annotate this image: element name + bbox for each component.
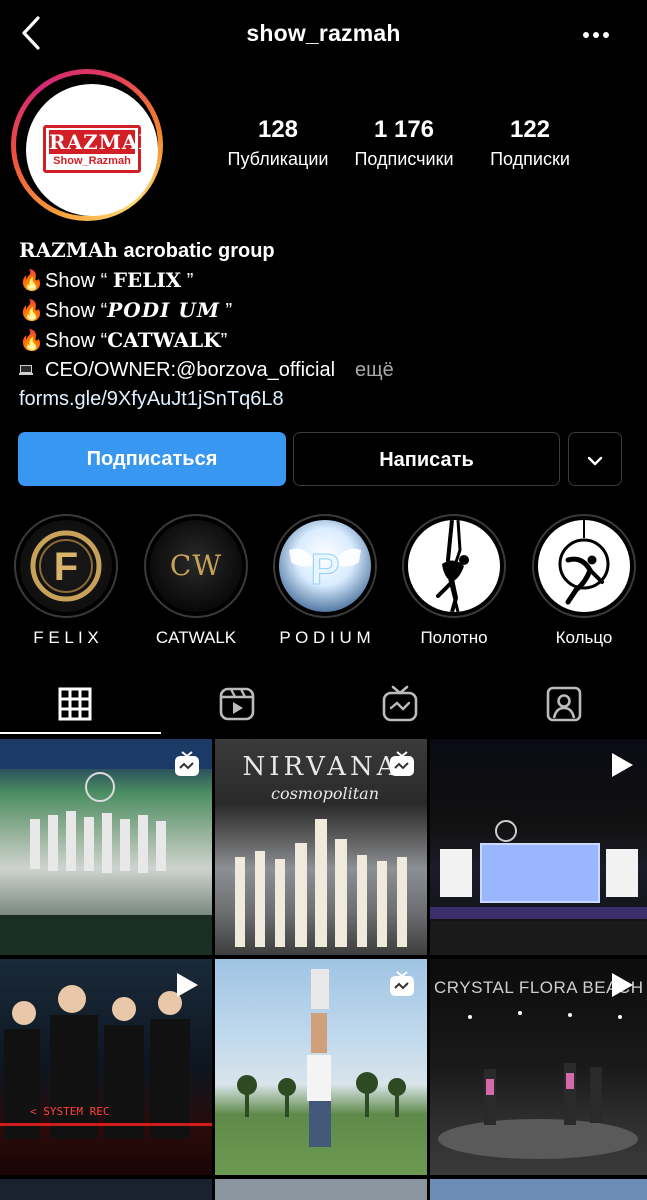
tab-tagged[interactable] xyxy=(544,684,584,724)
message-button[interactable]: Написать xyxy=(293,432,560,486)
svg-text:F: F xyxy=(54,545,78,589)
posts-stat: 128 Публикации xyxy=(218,116,338,170)
igtv-badge-icon xyxy=(175,751,199,776)
post-thumbnail[interactable]: < SYSTEM REC xyxy=(0,959,212,1175)
following-count: 122 xyxy=(509,116,551,143)
play-icon xyxy=(612,753,633,777)
highlight-label: CATWALK xyxy=(155,628,237,647)
highlight-label: Полотно xyxy=(420,628,488,647)
highlight-felix[interactable]: F F E L I X xyxy=(14,514,118,648)
igtv-badge-icon xyxy=(390,971,414,996)
followers-label: Подписчики xyxy=(354,149,454,169)
suggested-dropdown-button[interactable] xyxy=(568,432,622,486)
highlight-koltso[interactable]: Кольцо xyxy=(532,514,636,648)
highlight-polotno[interactable]: Полотно xyxy=(402,514,506,648)
more-options-button[interactable] xyxy=(581,22,611,48)
bio-line-felix: 🔥Show “ FELIX ” xyxy=(19,266,629,296)
bio-link[interactable]: forms.gle/9XfyAuJt1jSnTq6L8 xyxy=(19,385,629,414)
svg-text:< SYSTEM REC: < SYSTEM REC xyxy=(30,1105,109,1118)
podium-logo-icon: P xyxy=(289,545,361,595)
post-thumbnail[interactable]: NIRVANA cosmopolitan xyxy=(215,739,427,955)
bio-line-podium: 🔥Show “PODI UM ” xyxy=(19,296,629,326)
tab-reels[interactable] xyxy=(217,684,257,724)
fire-icon: 🔥 xyxy=(19,330,44,352)
highlight-podium[interactable]: P P O D I U M xyxy=(273,514,377,648)
followers-stat[interactable]: 1 176 Подписчики xyxy=(344,116,464,170)
aerial-silks-icon xyxy=(436,520,469,612)
highlight-catwalk[interactable]: CW CATWALK xyxy=(144,514,248,648)
posts-grid: NIRVANA cosmopolitan < SYSTEM REC CRYSTA… xyxy=(0,739,647,1200)
grid-icon xyxy=(58,687,92,721)
follow-button[interactable]: Подписаться xyxy=(18,432,286,486)
igtv-icon xyxy=(382,685,418,722)
felix-logo-icon: F xyxy=(30,530,102,602)
profile-username: show_razmah xyxy=(246,20,401,46)
aerial-hoop-icon xyxy=(558,520,610,605)
laptop-icon xyxy=(19,356,45,385)
post-thumbnail[interactable] xyxy=(0,1179,212,1200)
svg-text:CW: CW xyxy=(170,549,222,582)
tagged-icon xyxy=(546,686,582,722)
post-thumbnail[interactable] xyxy=(215,1179,427,1200)
following-label: Подписки xyxy=(490,149,570,169)
more-horizontal-icon xyxy=(583,32,609,38)
followers-count: 1 176 xyxy=(373,116,435,143)
chevron-down-icon xyxy=(587,456,603,465)
profile-header: show_razmah xyxy=(0,0,647,70)
bio-name: RAZMAh acrobatic group xyxy=(19,238,275,262)
tab-igtv[interactable] xyxy=(380,684,420,724)
bio-more-link[interactable]: ещё xyxy=(355,359,394,381)
igtv-badge-icon xyxy=(390,751,414,776)
post-thumbnail[interactable] xyxy=(215,959,427,1175)
catwalk-logo-icon: CW xyxy=(170,549,222,582)
posts-count: 128 xyxy=(257,116,299,143)
bio-contact: CEO/OWNER:@borzova_official ещё xyxy=(19,356,629,385)
reels-icon xyxy=(219,687,255,721)
post-thumbnail[interactable] xyxy=(430,739,647,955)
following-stat[interactable]: 122 Подписки xyxy=(472,116,588,170)
bio-line-catwalk: 🔥Show “CATWALK” xyxy=(19,326,629,356)
svg-text:cosmopolitan: cosmopolitan xyxy=(271,784,379,803)
post-thumbnail[interactable]: CRYSTAL FLORA BEACH xyxy=(430,959,647,1175)
profile-stats: 128 Публикации 1 176 Подписчики 122 Подп… xyxy=(0,116,647,186)
post-thumbnail[interactable] xyxy=(430,1179,647,1200)
fire-icon: 🔥 xyxy=(19,300,44,322)
highlight-label: P O D I U M xyxy=(279,628,371,647)
svg-text:NIRVANA: NIRVANA xyxy=(243,752,400,782)
tab-posts-grid[interactable] xyxy=(55,684,95,724)
svg-text:P: P xyxy=(310,545,339,594)
play-icon xyxy=(177,973,198,997)
highlight-label: F E L I X xyxy=(33,628,99,647)
posts-label: Публикации xyxy=(227,149,329,169)
fire-icon: 🔥 xyxy=(19,270,44,292)
post-thumbnail[interactable] xyxy=(0,739,212,955)
active-tab-indicator xyxy=(0,732,161,734)
highlight-label: Кольцо xyxy=(555,628,613,647)
play-icon xyxy=(612,973,633,997)
profile-bio: RAZMAh acrobatic group 🔥Show “ FELIX ” 🔥… xyxy=(19,236,629,414)
